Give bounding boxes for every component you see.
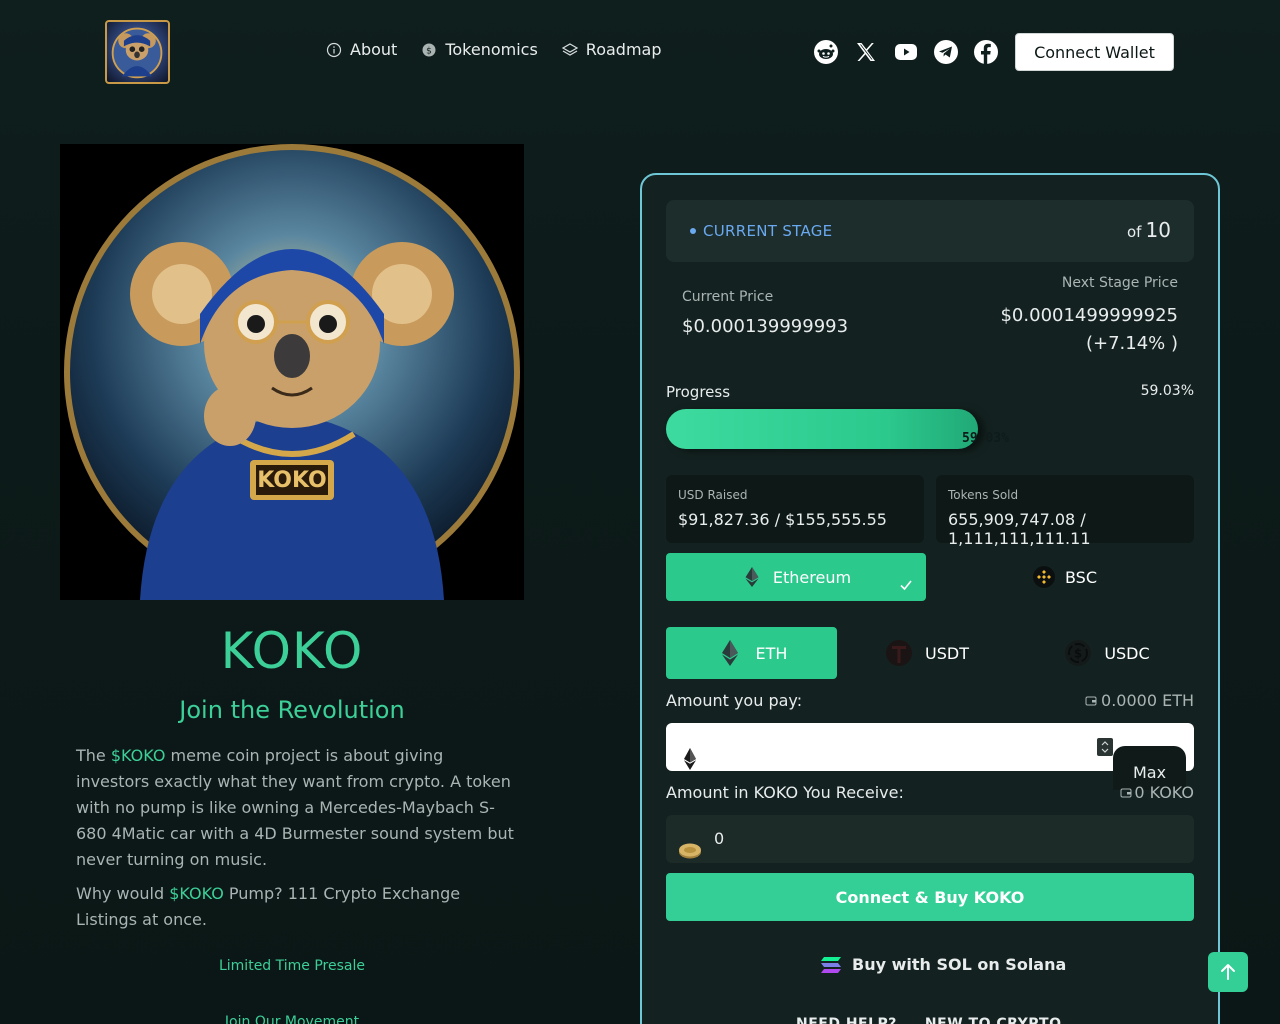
amount-pay-input[interactable] [710, 733, 1090, 763]
help-links: NEED HELP? NEW TO CRYPTO [796, 1016, 1061, 1024]
youtube-icon[interactable] [894, 40, 918, 64]
tokens-sold-value: 655,909,747.08 / 1,111,111,111.11 [948, 510, 1091, 548]
nav-about-label: About [350, 40, 398, 59]
social-links [814, 40, 998, 64]
current-price-label: Current Price [682, 289, 774, 305]
next-price-label: Next Stage Price [1061, 275, 1178, 291]
amount-pay-label: Amount you pay: [666, 691, 803, 710]
scroll-to-top-button[interactable] [1208, 952, 1248, 992]
svg-text:$: $ [1074, 647, 1082, 661]
new-to-crypto-link[interactable]: NEW TO CRYPTO [925, 1016, 1062, 1024]
currency-usdt-label: USDT [925, 643, 969, 663]
nav-tokenomics[interactable]: $ Tokenomics [421, 40, 538, 59]
nav-tokenomics-label: Tokenomics [445, 40, 538, 59]
svg-text:$: $ [426, 46, 432, 56]
stage-of-text: of [1127, 223, 1142, 241]
main-nav: About $ Tokenomics Roadmap [326, 40, 662, 59]
arrow-up-icon [1221, 964, 1235, 980]
nav-roadmap-label: Roadmap [585, 40, 662, 59]
description-paragraph-1: The $KOKO meme coin project is about giv… [76, 743, 516, 873]
desc1-pre: The [76, 746, 111, 765]
progress-bar [666, 409, 1194, 449]
next-price-value: $0.0001499999925 (+7.14% ) [1000, 305, 1178, 354]
currency-eth-label: ETH [755, 643, 788, 663]
check-icon [900, 580, 912, 591]
stage-count: of 10 [1127, 218, 1171, 242]
join-movement-link[interactable]: Join Our Movement [60, 1014, 524, 1024]
amount-receive-field: 0 [666, 815, 1194, 863]
nav-about[interactable]: About [326, 40, 397, 59]
buy-with-sol-button[interactable]: Buy with SOL on Solana [820, 955, 1066, 974]
wallet-icon [1085, 696, 1097, 705]
x-icon[interactable] [854, 40, 878, 64]
desc2-pre: Why would [76, 884, 170, 903]
koko-coin-icon [679, 843, 701, 859]
amount-receive-label: Amount in KOKO You Receive: [666, 783, 904, 802]
brand-title: KOKO [220, 622, 364, 680]
stage-dot-icon [690, 228, 696, 234]
pay-balance: 0.0000 ETH [1060, 691, 1194, 710]
receive-balance: 0 KOKO [1060, 783, 1194, 802]
koko-logo[interactable] [105, 20, 170, 84]
currency-usdc-button[interactable]: $ USDC [1017, 627, 1197, 679]
reddit-icon[interactable] [814, 40, 838, 64]
facebook-icon[interactable] [974, 40, 998, 64]
usd-raised-label: USD Raised [678, 488, 748, 502]
progress-fill [666, 409, 978, 449]
current-stage-label: CURRENT STAGE [690, 222, 832, 240]
receive-balance-value: 0 KOKO [1134, 783, 1194, 802]
ethereum-icon [721, 640, 738, 666]
network-bsc-label: BSC [1064, 567, 1098, 587]
connect-wallet-button[interactable]: Connect Wallet [1015, 33, 1174, 71]
wallet-icon [1120, 788, 1132, 797]
svg-text:KOKO: KOKO [257, 468, 327, 493]
bnb-icon [1032, 566, 1055, 588]
tokens-sold-box: Tokens Sold 655,909,747.08 / 1,111,111,1… [936, 475, 1194, 548]
info-icon [326, 42, 342, 57]
progress-bar-text: 59.03% [962, 431, 1009, 446]
brand-description: The $KOKO meme coin project is about giv… [76, 743, 516, 933]
amount-receive-value: 0 [714, 829, 725, 848]
stage-label-text: CURRENT STAGE [703, 222, 833, 240]
usdt-icon [886, 640, 913, 666]
limited-presale-text: Limited Time Presale [218, 958, 365, 974]
usd-raised-value: $91,827.36 / $155,555.55 [678, 510, 887, 529]
connect-buy-button[interactable]: Connect & Buy KOKO [666, 873, 1194, 921]
stage-total: 10 [1145, 218, 1171, 242]
layers-icon [561, 42, 578, 56]
ethereum-icon [684, 748, 696, 770]
network-bsc-button[interactable]: BSC [936, 553, 1194, 601]
number-stepper[interactable] [1097, 738, 1113, 756]
ticker-highlight: $KOKO [169, 884, 224, 903]
pay-balance-value: 0.0000 ETH [1101, 691, 1194, 710]
currency-usdt-button[interactable]: USDT [837, 627, 1017, 679]
currency-eth-button[interactable]: ETH [666, 627, 837, 679]
need-help-link[interactable]: NEED HELP? [796, 1016, 897, 1024]
network-ethereum-button[interactable]: Ethereum [666, 553, 926, 601]
tokens-sold-label: Tokens Sold [948, 488, 1019, 502]
ethereum-icon [745, 567, 759, 587]
network-ethereum-label: Ethereum [772, 567, 852, 587]
dollar-coin-icon: $ [422, 43, 436, 56]
ticker-highlight: $KOKO [110, 746, 166, 765]
description-paragraph-2: Why would $KOKO Pump? 111 Crypto Exchang… [76, 881, 516, 933]
currency-usdc-label: USDC [1104, 643, 1150, 663]
usd-raised-box: USD Raised $91,827.36 / $155,555.55 [666, 475, 924, 543]
buy-with-sol-label: Buy with SOL on Solana [852, 955, 1067, 974]
progress-label: Progress [666, 383, 731, 401]
telegram-icon[interactable] [934, 40, 958, 64]
current-price-value: $0.000139999993 [682, 316, 849, 337]
site-header: About $ Tokenomics Roadmap Connect Walle… [0, 0, 1280, 105]
usdc-icon: $ [1065, 640, 1092, 666]
brand-subtitle: Join the Revolution [179, 696, 405, 724]
progress-percent: 59.03% [1140, 383, 1194, 399]
koko-mascot-image: KOKO [60, 144, 524, 600]
nav-roadmap[interactable]: Roadmap [561, 40, 662, 59]
solana-icon [821, 956, 841, 973]
